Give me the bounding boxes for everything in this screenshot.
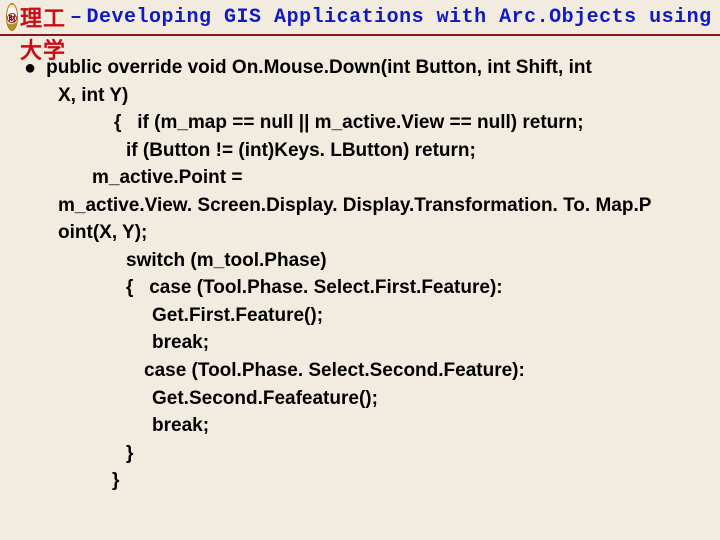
university-logo-icon: ㊖ <box>6 3 18 31</box>
code-line-break1: break; <box>152 329 696 357</box>
code-line-close-switch: } <box>126 440 696 468</box>
code-line-break2: break; <box>152 412 696 440</box>
code-line-open-guard1: { if (m_map == null || m_active.View == … <box>114 109 696 137</box>
code-line-assign2: m_active.View. Screen.Display. Display.T… <box>58 192 696 247</box>
slide: ㊖ 〔西理工大学 – Developing GIS Applications w… <box>0 0 720 540</box>
bullet-icon: ● <box>24 55 36 81</box>
method-signature-line2: X, int Y) <box>58 82 696 110</box>
code-line-close-method: } <box>112 467 696 495</box>
code-line-case2: case (Tool.Phase. Select.Second.Feature)… <box>144 357 696 385</box>
method-signature-line1: public override void On.Mouse.Down(int B… <box>46 54 592 82</box>
code-line-call1: Get.First.Feature(); <box>152 302 696 330</box>
code-bullet-item: ● public override void On.Mouse.Down(int… <box>24 54 696 82</box>
code-line-call2: Get.Second.Feafeature(); <box>152 385 696 413</box>
code-line-case1: { case (Tool.Phase. Select.First.Feature… <box>126 274 696 302</box>
title-separator: – <box>70 6 83 29</box>
code-line-assign1: m_active.Point = <box>92 164 696 192</box>
logo-glyph: ㊖ <box>7 10 17 25</box>
slide-body: ● public override void On.Mouse.Down(int… <box>0 36 720 495</box>
slide-header: ㊖ 〔西理工大学 – Developing GIS Applications w… <box>0 0 720 36</box>
title-english: Developing GIS Applications with Arc.Obj… <box>87 6 720 29</box>
code-line-guard2: if (Button != (int)Keys. LButton) return… <box>126 137 696 165</box>
code-line-switch: switch (m_tool.Phase) <box>126 247 696 275</box>
